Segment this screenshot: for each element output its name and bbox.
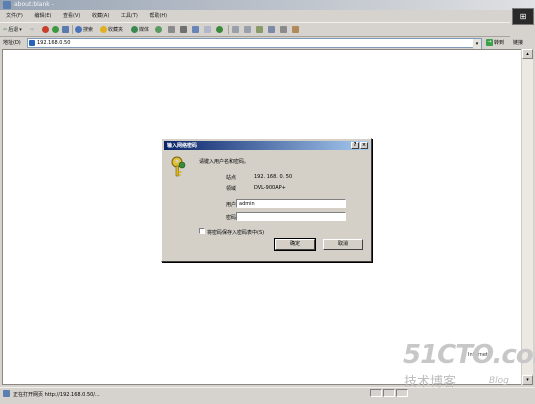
username-input[interactable] <box>237 200 345 207</box>
ie-icon <box>3 1 11 9</box>
status-text: 正在打开网页 http://192.168.0.50/... <box>13 392 100 398</box>
edit-icon <box>192 26 199 33</box>
back-arrow-icon: ⇦ <box>3 26 8 33</box>
tool-button-1[interactable] <box>232 25 239 34</box>
ok-button[interactable]: 确定 <box>274 238 316 251</box>
vertical-scrollbar[interactable]: ▴ ▾ <box>521 49 533 385</box>
tool-button-4[interactable] <box>268 25 275 34</box>
chevron-down-icon: ▾ <box>475 41 479 47</box>
refresh-button[interactable] <box>52 25 59 34</box>
save-password-label[interactable]: 将密码保存入密码表中(S) <box>207 229 264 236</box>
tool-icon <box>232 26 239 33</box>
go-arrow-icon: → <box>486 39 493 46</box>
search-label: 搜索 <box>83 27 94 33</box>
dialog-title: 输入网络密码 <box>167 143 198 149</box>
toolbar: ⇦ 后退 ▾ ⇨ 搜索 收藏夹 媒体 <box>0 22 510 37</box>
discuss-icon <box>204 26 211 33</box>
back-label: 后退 <box>8 27 19 33</box>
favorites-button[interactable]: 收藏夹 <box>100 25 123 34</box>
menu-file[interactable]: 文件(F) <box>6 11 23 21</box>
watermark-blog: Blog <box>489 376 509 386</box>
tool-icon <box>244 26 251 33</box>
go-button[interactable]: → 转到 <box>486 38 504 47</box>
dialog-prompt: 请键入用户名和密码。 <box>199 159 250 165</box>
menu-view[interactable]: 查看(V) <box>63 11 80 21</box>
loading-page-icon <box>3 390 10 397</box>
watermark-brand: 51CTO.com <box>403 340 535 370</box>
scroll-down-button[interactable]: ▾ <box>522 375 533 385</box>
refresh-icon <box>52 26 59 33</box>
window-title: about:blank - <box>14 1 54 8</box>
site-value: 192. 168. 0. 50 <box>254 174 293 180</box>
history-icon <box>155 26 162 33</box>
status-panel <box>370 389 382 397</box>
address-bar: 地址(D) ▾ → 转到 链接 <box>0 36 535 50</box>
back-button[interactable]: ⇦ 后退 ▾ <box>3 25 22 34</box>
cancel-button[interactable]: 取消 <box>323 239 363 250</box>
forward-arrow-icon: ⇨ <box>30 26 35 33</box>
page-icon <box>29 40 35 46</box>
menu-bar: 文件(F) 编辑(E) 查看(V) 收藏(A) 工具(T) 帮助(H) <box>0 11 510 21</box>
site-label: 站点 <box>226 175 237 181</box>
favorites-label: 收藏夹 <box>108 27 124 33</box>
username-field[interactable] <box>236 199 346 208</box>
stop-button[interactable] <box>42 25 49 34</box>
address-input[interactable] <box>37 39 457 47</box>
realm-value: DVL-900AP+ <box>254 185 286 191</box>
history-button[interactable] <box>155 25 162 34</box>
go-label: 转到 <box>494 40 505 46</box>
media-button[interactable]: 媒体 <box>131 25 149 34</box>
save-password-checkbox[interactable] <box>199 228 205 234</box>
tool-button-6[interactable] <box>292 25 299 34</box>
tool-icon <box>268 26 275 33</box>
tool-button-2[interactable] <box>244 25 251 34</box>
edit-button[interactable] <box>192 25 199 34</box>
help-button[interactable]: ? <box>351 142 359 149</box>
menu-favorites[interactable]: 收藏(A) <box>92 11 109 21</box>
address-label: 地址(D) <box>3 40 21 46</box>
tool-icon <box>280 26 287 33</box>
window-title-bar: about:blank - <box>0 0 535 10</box>
home-button[interactable] <box>62 25 69 34</box>
search-button[interactable]: 搜索 <box>75 25 93 34</box>
menu-help[interactable]: 帮助(H) <box>149 11 167 21</box>
messenger-icon <box>216 26 223 33</box>
media-label: 媒体 <box>139 27 150 33</box>
windows-logo-icon: ⊞ <box>512 8 534 25</box>
key-icon <box>171 156 186 177</box>
tool-icon <box>256 26 263 33</box>
scroll-up-button[interactable]: ▴ <box>522 49 533 59</box>
home-icon <box>62 26 69 33</box>
mail-button[interactable] <box>168 25 175 34</box>
status-panel <box>396 389 408 397</box>
print-button[interactable] <box>180 25 187 34</box>
menu-edit[interactable]: 编辑(E) <box>34 11 51 21</box>
messenger-button[interactable] <box>216 25 223 34</box>
address-field[interactable] <box>27 38 475 48</box>
password-input[interactable] <box>237 213 345 220</box>
login-dialog: 输入网络密码 ? × 请键入用户名和密码。 站点 192. 168. 0. 50… <box>161 138 372 262</box>
mail-icon <box>168 26 175 33</box>
tool-icon <box>292 26 299 33</box>
realm-label: 领域 <box>226 186 237 192</box>
tool-button-3[interactable] <box>256 25 263 34</box>
chevron-down-icon: ▾ <box>19 26 22 33</box>
search-icon <box>75 26 82 33</box>
menu-tools[interactable]: 工具(T) <box>121 11 138 21</box>
forward-button[interactable]: ⇨ <box>30 25 34 34</box>
status-panel <box>383 389 395 397</box>
links-label[interactable]: 链接 <box>513 39 523 46</box>
password-field[interactable] <box>236 212 346 221</box>
print-icon <box>180 26 187 33</box>
media-icon <box>131 26 138 33</box>
watermark-subtitle: 技术博客 <box>404 375 457 390</box>
tool-button-5[interactable] <box>280 25 287 34</box>
discuss-button[interactable] <box>204 25 211 34</box>
dialog-title-bar: 输入网络密码 ? × <box>164 141 369 150</box>
stop-icon <box>42 26 49 33</box>
star-icon <box>100 26 107 33</box>
close-button[interactable]: × <box>360 142 368 149</box>
